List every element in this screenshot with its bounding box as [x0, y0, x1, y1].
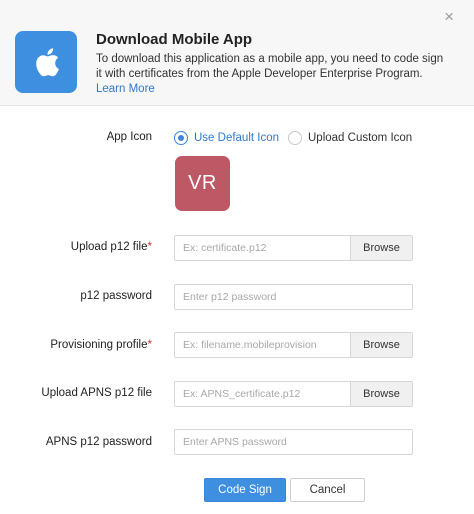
dialog-title: Download Mobile App: [96, 31, 253, 48]
p12-browse-button[interactable]: Browse: [350, 236, 412, 260]
apple-app-tile: [15, 31, 77, 93]
radio-upload-custom-icon[interactable]: Upload Custom Icon: [288, 131, 412, 145]
p12-file-input[interactable]: [175, 236, 350, 260]
p12-file-label: Upload p12 file*: [71, 241, 152, 253]
p12-file-label-text: Upload p12 file: [70, 241, 148, 253]
dialog-description: To download this application as a mobile…: [96, 52, 446, 97]
use-default-icon-label[interactable]: Use Default Icon: [194, 132, 279, 144]
radio-selected-icon[interactable]: [174, 131, 188, 145]
radio-use-default-icon[interactable]: Use Default Icon: [174, 131, 279, 145]
apns-password-input[interactable]: [175, 430, 412, 454]
provisioning-browse-button[interactable]: Browse: [350, 333, 412, 357]
app-icon-preview: VR: [175, 156, 230, 211]
p12-password-label: p12 password: [80, 290, 152, 302]
provisioning-profile-label: Provisioning profile*: [50, 339, 152, 351]
dialog-header: Download Mobile App To download this app…: [0, 0, 474, 106]
description-text: To download this application as a mobile…: [96, 53, 444, 80]
provisioning-profile-input[interactable]: [175, 333, 350, 357]
radio-unselected-icon[interactable]: [288, 131, 302, 145]
provisioning-profile-label-text: Provisioning profile: [50, 339, 148, 351]
close-icon[interactable]: ×: [444, 8, 454, 25]
cancel-button[interactable]: Cancel: [290, 478, 365, 502]
required-mark: *: [147, 241, 152, 253]
required-mark: *: [147, 339, 152, 351]
code-sign-button[interactable]: Code Sign: [204, 478, 286, 502]
download-mobile-app-dialog: Download Mobile App To download this app…: [0, 0, 474, 514]
apns-password-label: APNS p12 password: [45, 436, 152, 448]
apns-file-field: Browse: [174, 381, 413, 407]
app-icon-label: App Icon: [106, 131, 152, 143]
p12-file-field: Browse: [174, 235, 413, 261]
p12-password-field: [174, 284, 413, 310]
upload-custom-icon-label[interactable]: Upload Custom Icon: [308, 132, 412, 144]
apple-icon: [36, 48, 59, 77]
learn-more-link[interactable]: Learn More: [96, 83, 155, 95]
provisioning-profile-field: Browse: [174, 332, 413, 358]
apns-file-label: Upload APNS p12 file: [41, 387, 152, 399]
apns-browse-button[interactable]: Browse: [350, 382, 412, 406]
apns-file-input[interactable]: [175, 382, 350, 406]
apns-password-field: [174, 429, 413, 455]
p12-password-input[interactable]: [175, 285, 412, 309]
